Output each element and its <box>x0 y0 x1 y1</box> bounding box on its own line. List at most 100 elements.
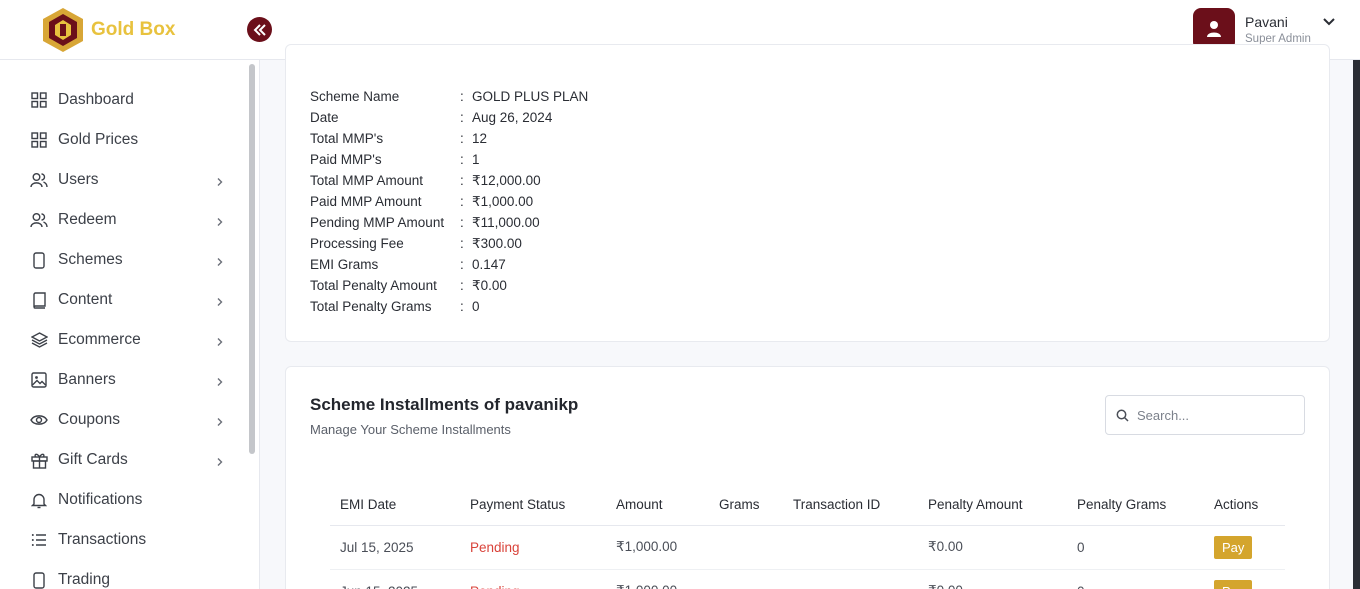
column-header[interactable]: Grams <box>709 485 783 526</box>
search-box[interactable] <box>1105 395 1305 435</box>
cell-grams <box>709 569 783 589</box>
pay-button[interactable]: Pay <box>1214 579 1253 589</box>
detail-colon: : <box>460 215 464 230</box>
installments-table: EMI Date Payment Status Amount Grams Transac… <box>330 485 1285 589</box>
sidebar-item-transactions[interactable]: Transactions <box>30 528 226 552</box>
detail-label: Total Penalty Amount <box>310 278 437 293</box>
detail-value: 12 <box>472 131 488 146</box>
section-title: Scheme Installments of pavanikp <box>310 395 579 414</box>
cell-emi-date: Jun 15, 2025 <box>330 569 460 589</box>
sidebar-scrollbar[interactable] <box>249 64 255 454</box>
detail-row: Processing Fee: ₹300.00 <box>310 236 522 252</box>
phone-icon <box>30 251 48 269</box>
column-header[interactable]: Transaction ID <box>783 485 918 526</box>
gift-icon <box>30 451 48 469</box>
detail-row: Scheme Name: GOLD PLUS PLAN <box>310 89 588 104</box>
page-scrollbar[interactable] <box>1353 60 1360 589</box>
detail-row: Total Penalty Amount: ₹0.00 <box>310 278 507 294</box>
detail-value: 1 <box>472 152 480 167</box>
column-header[interactable]: Penalty Grams <box>1067 485 1204 526</box>
detail-label: Total MMP's <box>310 131 384 146</box>
user-icon <box>1207 21 1221 37</box>
detail-colon: : <box>460 236 464 251</box>
column-header[interactable]: Penalty Amount <box>918 485 1067 526</box>
brand[interactable]: Gold Box <box>41 6 175 54</box>
user-role: Super Admin <box>1245 32 1311 45</box>
sidebar-item-gold-prices[interactable]: Gold Prices <box>30 128 226 152</box>
list-icon <box>30 531 48 549</box>
cell-status: Pending <box>460 525 606 570</box>
chevron-right-icon <box>216 454 224 472</box>
table-header-row: EMI Date Payment Status Amount Grams Transac… <box>330 485 1285 526</box>
detail-row: Total MMP Amount: ₹12,000.00 <box>310 173 541 189</box>
column-header[interactable]: Amount <box>606 485 709 526</box>
detail-row: Paid MMP's:1 <box>310 152 480 167</box>
detail-label: Paid MMP Amount <box>310 194 422 209</box>
detail-label: Processing Fee <box>310 236 404 251</box>
sidebar-item-ecommerce[interactable]: Ecommerce <box>30 328 226 352</box>
cell-penalty-amount: ₹0.00 <box>918 525 1067 570</box>
image-icon <box>30 371 48 389</box>
scheme-details-card: Scheme Name: GOLD PLUS PLAN Date: Aug 26,… <box>285 44 1330 342</box>
detail-label: Date <box>310 110 339 125</box>
chevron-right-icon <box>216 414 224 432</box>
detail-value: Aug 26, 2024 <box>472 110 553 125</box>
pay-button[interactable]: Pay <box>1214 535 1253 559</box>
sidebar-item-label: Redeem <box>58 211 117 228</box>
chevron-right-icon <box>216 294 224 312</box>
detail-row: Pending MMP Amount: ₹11,000.00 <box>310 215 540 231</box>
detail-value: ₹300.00 <box>472 236 522 251</box>
detail-value: ₹1,000.00 <box>472 194 534 209</box>
sidebar-item-schemes[interactable]: Schemes <box>30 248 226 272</box>
sidebar-item-label: Transactions <box>58 531 147 548</box>
detail-row: Total Penalty Grams:0 <box>310 299 480 314</box>
sidebar-item-banners[interactable]: Banners <box>30 368 226 392</box>
sidebar-item-notifications[interactable]: Notifications <box>30 488 226 512</box>
eye-icon <box>30 411 48 429</box>
installments-card: Scheme Installments of pavanikp Manage Y… <box>285 366 1330 589</box>
sidebar-item-label: Schemes <box>58 251 123 268</box>
sidebar-item-label: Trading <box>58 571 110 588</box>
double-chevron-left-icon <box>253 23 266 36</box>
grid-icon <box>30 131 48 149</box>
sidebar-item-label: Coupons <box>58 411 121 428</box>
detail-colon: : <box>460 89 464 104</box>
phone-icon <box>30 571 48 589</box>
sidebar-item-content[interactable]: Content <box>30 288 226 312</box>
sidebar-item-users[interactable]: Users <box>30 168 226 192</box>
book-icon <box>30 291 48 309</box>
cell-actions: Pay <box>1204 525 1285 570</box>
grid-icon <box>30 91 48 109</box>
detail-label: Total Penalty Grams <box>310 299 432 314</box>
cell-grams <box>709 525 783 570</box>
search-input[interactable] <box>1137 407 1297 423</box>
sidebar-item-redeem[interactable]: Redeem <box>30 208 226 232</box>
users-icon <box>30 171 48 189</box>
detail-colon: : <box>460 257 464 272</box>
sidebar-item-coupons[interactable]: Coupons <box>30 408 226 432</box>
users-icon <box>30 211 48 229</box>
detail-label: EMI Grams <box>310 257 379 272</box>
detail-row: Total MMP's:12 <box>310 131 487 146</box>
detail-label: Total MMP Amount <box>310 173 424 188</box>
chevron-down-icon[interactable] <box>1323 18 1335 26</box>
detail-colon: : <box>460 131 464 146</box>
sidebar-item-label: Dashboard <box>58 91 134 108</box>
cell-emi-date: Jul 15, 2025 <box>330 525 460 570</box>
sidebar-item-dashboard[interactable]: Dashboard <box>30 88 226 112</box>
column-header[interactable]: EMI Date <box>330 485 460 526</box>
collapse-sidebar-button[interactable] <box>247 17 272 42</box>
detail-value: ₹0.00 <box>472 278 507 293</box>
cell-actions: Pay <box>1204 569 1285 589</box>
detail-value: ₹12,000.00 <box>472 173 541 188</box>
column-header[interactable]: Payment Status <box>460 485 606 526</box>
column-header[interactable]: Actions <box>1204 485 1285 526</box>
cell-transaction-id <box>783 525 918 570</box>
cell-penalty-grams: 0 <box>1067 569 1204 589</box>
chevron-right-icon <box>216 334 224 352</box>
cell-penalty-grams: 0 <box>1067 525 1204 570</box>
sidebar-item-trading[interactable]: Trading <box>30 568 226 589</box>
sidebar-item-gift-cards[interactable]: Gift Cards <box>30 448 226 472</box>
detail-row: Paid MMP Amount: ₹1,000.00 <box>310 194 533 210</box>
detail-label: Scheme Name <box>310 89 400 104</box>
